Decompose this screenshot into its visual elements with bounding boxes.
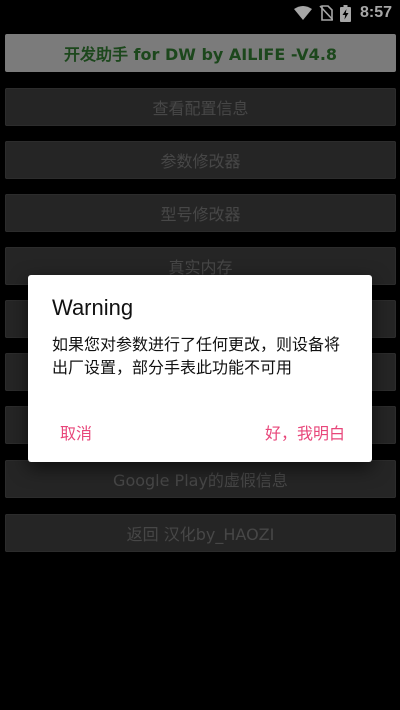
screen: 8:57 开发助手 for DW by AILIFE -V4.8 查看配置信息 … — [0, 0, 400, 710]
dialog-title: Warning — [52, 295, 134, 320]
cancel-button[interactable]: 取消 — [60, 420, 92, 444]
warning-dialog: Warning 如果您对参数进行了任何更改，则设备将出厂设置，部分手表此功能不可… — [28, 275, 372, 462]
confirm-button[interactable]: 好，我明白 — [265, 420, 345, 444]
dialog-message: 如果您对参数进行了任何更改，则设备将出厂设置，部分手表此功能不可用 — [52, 335, 341, 377]
dialog-actions: 取消 好，我明白 — [28, 420, 372, 444]
